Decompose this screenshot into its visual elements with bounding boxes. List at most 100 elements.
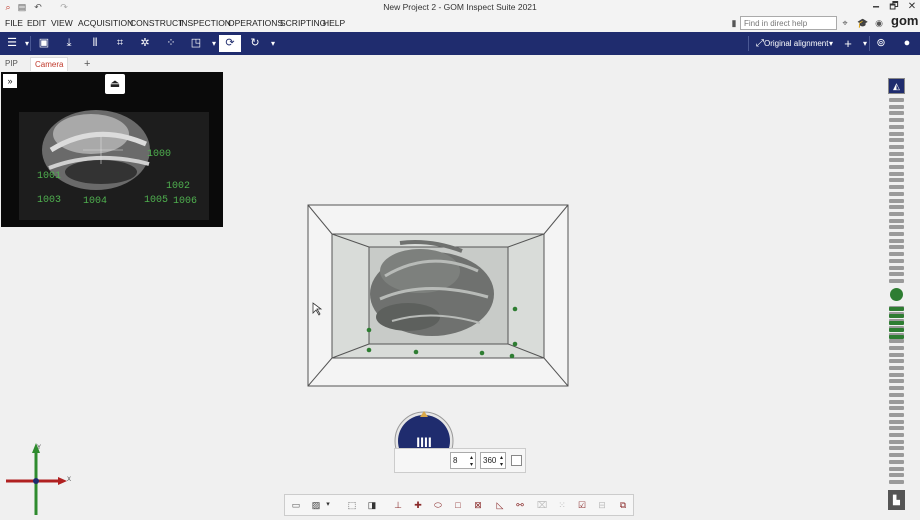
level-bar [889,171,904,176]
level-bar [889,446,904,451]
camera-mode-icon[interactable]: ⏏ [105,74,125,94]
level-bar [889,258,904,263]
pip-camera-view[interactable]: » ⏏ 1000 1001 1002 1003 1004 1005 1006 [1,72,223,227]
level-bar [889,238,904,243]
close-button[interactable]: ✕ [904,0,920,14]
point-label: 1004 [83,196,108,207]
help-search-input[interactable]: Find in direct help [740,16,837,30]
level-bar [889,339,904,344]
cylinder-icon[interactable]: ⬭ [431,498,445,512]
level-bar [889,185,904,190]
add-icon[interactable]: + [839,35,857,52]
level-bar [889,98,904,102]
cut-icon[interactable]: ✚ [411,498,425,512]
terrain-icon[interactable]: ◭ [888,78,905,94]
rotation-checkbox[interactable] [511,455,522,466]
level-bar [889,245,904,250]
user-icon[interactable]: ◉ [873,17,885,29]
point-label: 1001 [37,171,62,182]
rotate-dropdown-icon[interactable]: ▾ [264,35,282,52]
tab-camera[interactable]: Camera [30,57,69,71]
point-label: 1000 [147,149,172,160]
point-label: 1006 [173,196,198,207]
tab-pip[interactable]: PIP [1,57,22,71]
points-select-icon[interactable]: ⁙ [555,498,569,512]
menu-acquisition[interactable]: ACQUISITION [78,18,133,28]
crop-icon[interactable]: ⌗ [111,35,129,52]
mesh-icon[interactable]: ⌧ [535,498,549,512]
menu-construct[interactable]: CONSTRUCT [130,18,183,28]
reference-point [479,350,485,356]
level-bar [889,386,904,391]
level-bar [889,118,904,123]
split-icon[interactable]: ◨ [365,498,379,512]
add-tab-button[interactable]: + [80,57,94,71]
degrees-spinbox[interactable]: 360 ▴ ▾ [480,452,506,469]
reference-point [413,349,419,355]
bulb-icon[interactable]: ● [898,35,916,52]
angle-icon[interactable]: ◺ [493,498,507,512]
alignment-selector[interactable]: Original alignment [764,39,828,48]
level-bar [889,278,904,283]
title-bar: ⌕ ▤ ↶ ↷ New Project 2 - GOM Inspect Suit… [0,0,920,14]
layout-icon[interactable]: ▣ [35,35,53,52]
scan-bars-icon[interactable]: ⦀ [86,35,104,52]
level-bar [889,265,904,270]
degrees-value: 360 [483,456,497,465]
hatch-dropdown-icon[interactable]: ▾ [321,498,335,512]
reference-point [366,327,372,333]
delete-icon[interactable]: ⊟ [595,498,609,512]
x-axis-label: X [67,477,71,483]
view-icon[interactable]: ▭ [289,498,303,512]
plane-icon[interactable]: ⊥ [391,498,405,512]
menu-view[interactable]: VIEW [51,18,73,28]
level-bar [889,412,904,417]
maximize-button[interactable]: 🗗 [886,0,902,14]
y-axis-label: Y [37,445,41,451]
points-icon[interactable]: ⁘ [162,35,180,52]
level-bar [889,426,904,431]
level-bar [889,352,904,357]
point-label: 1003 [37,195,62,206]
square-icon[interactable]: □ [451,498,465,512]
box-icon[interactable]: ⊠ [471,498,485,512]
link-icon[interactable]: ⚯ [513,498,527,512]
menu-scripting[interactable]: SCRIPTING [280,18,326,28]
education-icon[interactable]: 🎓 [857,17,869,29]
menu-help[interactable]: HELP [323,18,345,28]
level-bar [889,453,904,458]
menu-inspection[interactable]: INSPECTION [179,18,231,28]
level-bar [889,372,904,377]
export-icon[interactable]: ⧉ [616,498,630,512]
window-title: New Project 2 - GOM Inspect Suite 2021 [383,2,537,12]
help-pointer-icon[interactable]: ⌖ [839,17,851,29]
level-bar [889,366,904,370]
hamburger-dropdown-icon[interactable]: ▾ [18,35,36,52]
menu-file[interactable]: FILE [5,18,23,28]
rotate-icon[interactable]: ↻ [246,35,264,52]
level-bar [889,433,904,437]
level-bar [889,165,904,169]
steps-spinbox[interactable]: 8 ▴ ▾ [450,452,476,469]
level-bar [889,392,904,397]
level-bar [889,473,904,478]
refresh-icon[interactable]: ⟳ [219,35,241,52]
frame-icon[interactable]: ◳ [187,35,205,52]
level-bar [889,252,904,257]
sensor-icon[interactable]: ⊚ [872,35,890,52]
level-bar [889,191,904,196]
document-icon[interactable]: ▮ [728,17,740,29]
strip-bottom-icon[interactable]: ▙ [888,490,905,510]
target-icon[interactable]: ✲ [136,35,154,52]
level-bar [889,151,904,156]
import-icon[interactable]: ⤓ [60,35,78,52]
menu-operations[interactable]: OPERATIONS [228,18,283,28]
menu-edit[interactable]: EDIT [27,18,46,28]
coordinate-axes [6,443,67,515]
expand-pip-button[interactable]: » [3,74,17,88]
select-icon[interactable]: ⬚ [345,498,359,512]
minimize-button[interactable]: 🗕 [868,0,884,14]
level-bar [889,205,904,210]
bottom-toolbar: ▭ ▨ ▾ ⬚ ◨ ⊥ ✚ ⬭ □ ⊠ ◺ ⚯ ⌧ ⁙ ☑ ⊟ ⧉ [284,494,634,516]
check-icon[interactable]: ☑ [575,498,589,512]
